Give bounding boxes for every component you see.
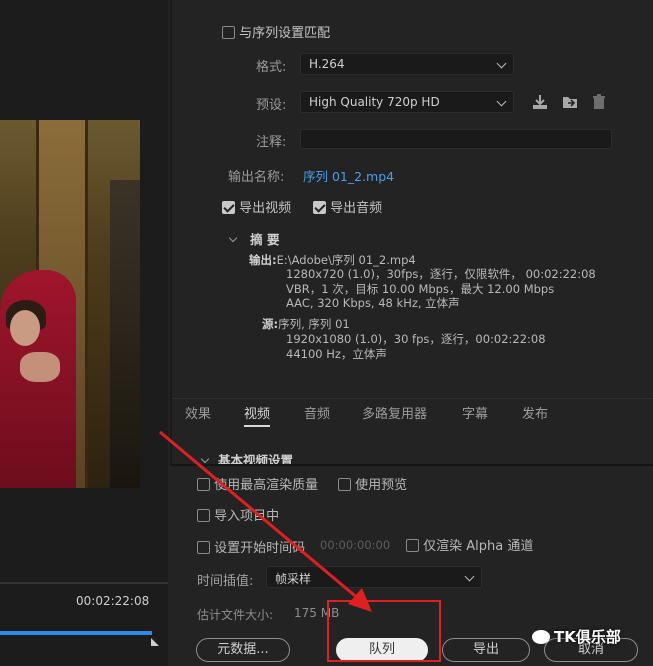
tab-effects[interactable]: 效果 <box>185 403 211 422</box>
watermark: TK俱乐部 <box>532 626 621 647</box>
summary-output-line2: 1280x720 (1.0)，30fps，逐行，仅限软件， 00:02:22:0… <box>286 267 596 281</box>
chevron-down-icon <box>496 96 507 107</box>
summary-output-line4: AAC, 320 Kbps, 48 kHz, 立体声 <box>286 296 460 310</box>
preset-label: 预设: <box>256 98 287 113</box>
start-timecode-field[interactable]: 00:00:00:00 <box>320 538 390 552</box>
export-video-checkbox[interactable] <box>222 201 235 214</box>
video-preview <box>0 120 140 488</box>
export-video-label: 导出视频 <box>239 201 292 216</box>
import-into-project-checkbox[interactable] <box>197 509 210 522</box>
time-interpolation-label: 时间插值: <box>197 574 254 589</box>
render-alpha-only-checkbox[interactable] <box>406 539 419 552</box>
time-interpolation-value: 帧采样 <box>275 572 312 586</box>
import-preset-icon[interactable] <box>561 93 579 111</box>
output-name-label: 输出名称: <box>228 170 285 185</box>
export-video-option[interactable]: 导出视频 <box>222 197 291 216</box>
watermark-text: TK俱乐部 <box>554 628 621 646</box>
preset-select[interactable]: High Quality 720p HD <box>300 91 514 113</box>
format-label: 格式: <box>256 60 287 75</box>
save-preset-icon[interactable] <box>531 93 549 111</box>
chevron-down-icon <box>228 233 238 243</box>
use-previews-checkbox[interactable] <box>338 478 351 491</box>
use-previews-option[interactable]: 使用预览 <box>338 474 407 493</box>
export-audio-label: 导出音频 <box>330 201 383 216</box>
max-render-quality-option[interactable]: 使用最高渲染质量 <box>197 474 318 493</box>
delete-preset-icon[interactable] <box>590 93 608 111</box>
export-audio-checkbox[interactable] <box>313 201 326 214</box>
summary-output-path: E:\Adobe\序列 01_2.mp4 <box>276 253 416 267</box>
summary-source-key: 源: <box>262 317 279 331</box>
set-start-timecode-checkbox[interactable] <box>197 541 210 554</box>
import-into-project-label: 导入项目中 <box>214 509 280 524</box>
wechat-icon <box>532 630 550 644</box>
metadata-button[interactable]: 元数据... <box>196 638 290 662</box>
set-start-timecode-option[interactable]: 设置开始时间码 <box>197 537 305 556</box>
settings-tabs: 效果 视频 音频 多路复用器 字幕 发布 <box>172 398 653 427</box>
use-previews-label: 使用预览 <box>355 478 408 493</box>
summary-title: 摘 要 <box>250 232 280 247</box>
estimated-size-label: 估计文件大小: <box>197 608 274 622</box>
summary-header[interactable]: 摘 要 <box>228 229 280 248</box>
max-render-quality-checkbox[interactable] <box>197 478 210 491</box>
set-start-timecode-label: 设置开始时间码 <box>214 541 306 556</box>
tab-multiplexer[interactable]: 多路复用器 <box>362 403 427 422</box>
output-name-link[interactable]: 序列 01_2.mp4 <box>303 166 394 185</box>
summary-source-line3: 44100 Hz，立体声 <box>286 347 387 361</box>
chevron-down-icon <box>200 454 210 464</box>
tab-captions[interactable]: 字幕 <box>462 403 488 422</box>
export-audio-option[interactable]: 导出音频 <box>313 197 382 216</box>
render-alpha-only-option[interactable]: 仅渲染 Alpha 通道 <box>406 535 533 554</box>
tab-audio[interactable]: 音频 <box>304 403 330 422</box>
timeline-progress-bar[interactable] <box>0 631 153 635</box>
annotation-highlight-box <box>327 600 441 662</box>
time-interpolation-select[interactable]: 帧采样 <box>266 566 482 588</box>
import-into-project-option[interactable]: 导入项目中 <box>197 505 279 524</box>
preview-pane: 00:02:22:08 <box>0 0 168 666</box>
format-value: H.264 <box>309 57 345 71</box>
preview-timecode: 00:02:22:08 <box>76 594 150 608</box>
export-button[interactable]: 导出 <box>442 638 530 662</box>
summary-source-line2: 1920x1080 (1.0)，30 fps，逐行，00:02:22:08 <box>286 332 546 346</box>
tab-video[interactable]: 视频 <box>244 403 271 427</box>
match-sequence-label: 与序列设置匹配 <box>239 26 331 41</box>
format-select[interactable]: H.264 <box>300 53 514 75</box>
render-alpha-only-label: 仅渲染 Alpha 通道 <box>423 539 534 554</box>
match-sequence-checkbox[interactable] <box>222 26 235 39</box>
divider <box>0 582 168 584</box>
summary-output-key: 输出: <box>249 253 277 267</box>
chevron-down-icon <box>496 58 507 69</box>
comment-label: 注释: <box>256 135 287 150</box>
tab-publish[interactable]: 发布 <box>522 403 548 422</box>
match-sequence-option[interactable]: 与序列设置匹配 <box>222 22 330 41</box>
summary-source-line1: 序列, 序列 01 <box>278 317 350 331</box>
max-render-quality-label: 使用最高渲染质量 <box>214 478 319 493</box>
timeline-end-marker-icon[interactable] <box>151 638 159 646</box>
chevron-down-icon <box>464 571 475 582</box>
comment-field[interactable] <box>300 129 612 149</box>
preset-value: High Quality 720p HD <box>309 95 440 109</box>
